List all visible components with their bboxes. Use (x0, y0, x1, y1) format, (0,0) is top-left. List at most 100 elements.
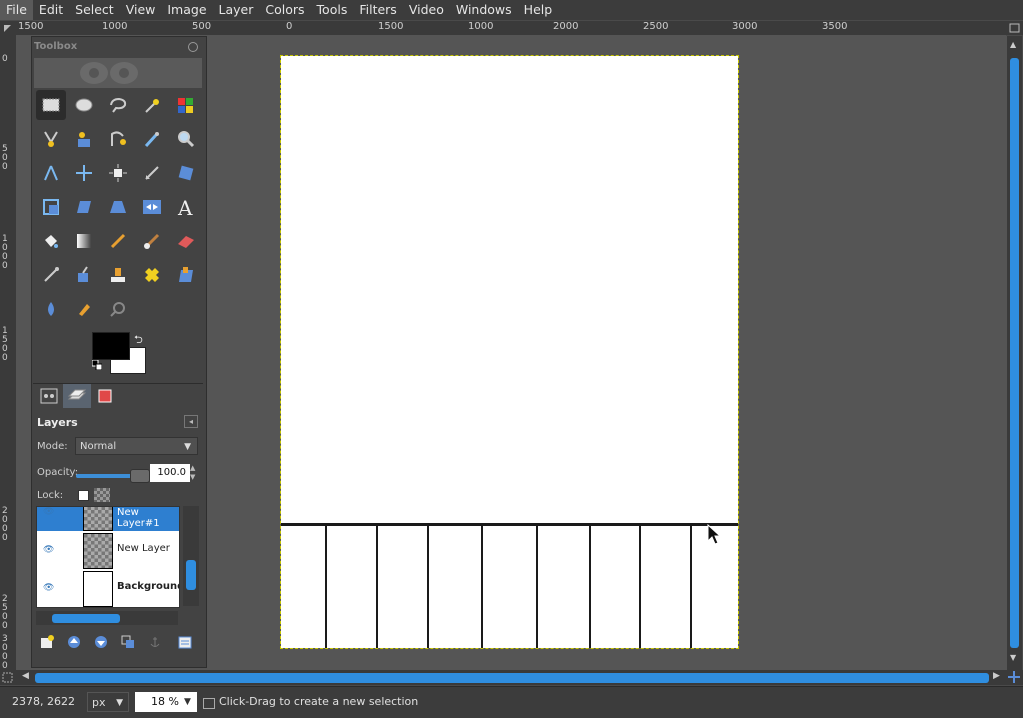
canvas-vertical-scrollbar[interactable]: ▲ ▼ (1007, 36, 1022, 670)
unit-select[interactable]: px ▼ (87, 692, 129, 712)
ellipse-select-tool[interactable] (69, 90, 99, 120)
opacity-slider[interactable] (76, 469, 150, 483)
mode-select[interactable]: Normal ▼ (75, 437, 198, 455)
opacity-input[interactable]: 100.0 (150, 464, 190, 482)
wilber-drop-area[interactable] (34, 58, 202, 88)
scissors-select-tool[interactable] (36, 124, 66, 154)
zoom-tool[interactable] (171, 124, 201, 154)
scroll-right-icon[interactable]: ▶ (993, 671, 1000, 681)
opacity-spinner[interactable]: ▲ ▼ (190, 464, 198, 482)
menu-image[interactable]: Image (161, 0, 212, 20)
pencil-tool[interactable] (103, 226, 133, 256)
heal-icon (145, 268, 159, 282)
scrollbar-thumb[interactable] (52, 614, 120, 623)
perspective-clone-tool[interactable] (171, 260, 201, 290)
rotate-tool[interactable] (171, 158, 201, 188)
scroll-down-icon[interactable]: ▼ (1010, 653, 1016, 662)
tab-tool-options[interactable] (35, 384, 63, 408)
quick-mask-button[interactable] (0, 670, 17, 685)
menu-help[interactable]: Help (518, 0, 559, 20)
eraser-tool[interactable] (171, 226, 201, 256)
text-tool[interactable]: A (171, 192, 201, 222)
scrollbar-thumb[interactable] (1010, 58, 1019, 648)
heal-tool[interactable] (137, 260, 167, 290)
clone-tool[interactable] (103, 260, 133, 290)
lower-layer-button[interactable] (90, 633, 112, 651)
layer-row[interactable]: 👁 New Layer (37, 531, 179, 569)
opacity-slider-handle[interactable] (130, 469, 150, 483)
dodge-burn-tool[interactable] (103, 294, 133, 324)
layer-name[interactable]: Background (117, 581, 179, 592)
vertical-ruler[interactable]: 0 500 1000 1500 2000 2500 3000 (0, 35, 17, 671)
scrollbar-thumb[interactable] (186, 560, 196, 590)
eye-visibility-icon[interactable]: 👁 (43, 507, 55, 517)
perspective-tool[interactable] (103, 192, 133, 222)
scale-tool[interactable] (36, 192, 66, 222)
canvas-horizontal-scrollbar[interactable]: ◀ ▶ (17, 670, 1007, 685)
duplicate-layer-button[interactable] (117, 633, 139, 651)
panel-menu-button[interactable]: ◂ (184, 415, 198, 428)
blur-tool[interactable] (36, 294, 66, 324)
layers-list: 👁 New Layer#1 👁 New Layer 👁 Background (36, 506, 180, 608)
menu-file[interactable]: File (0, 0, 33, 20)
drawn-vertical-line (690, 525, 692, 648)
menu-windows[interactable]: Windows (450, 0, 518, 20)
menu-video[interactable]: Video (403, 0, 450, 20)
layer-row[interactable]: 👁 New Layer#1 (37, 507, 179, 531)
fuzzy-select-tool[interactable] (137, 90, 167, 120)
raise-layer-button[interactable] (63, 633, 85, 651)
layer-name[interactable]: New Layer#1 (117, 507, 179, 529)
blend-tool[interactable] (69, 226, 99, 256)
paintbrush-tool[interactable] (137, 226, 167, 256)
menu-edit[interactable]: Edit (33, 0, 69, 20)
foreground-color-swatch[interactable] (92, 332, 130, 360)
select-by-color-tool[interactable] (171, 90, 201, 120)
menu-view[interactable]: View (120, 0, 162, 20)
scroll-left-icon[interactable]: ◀ (22, 671, 29, 681)
chevron-down-icon[interactable]: ▼ (184, 692, 191, 712)
layer-name[interactable]: New Layer (117, 543, 170, 554)
layers-vertical-scrollbar[interactable] (183, 506, 199, 606)
rect-select-tool[interactable] (36, 90, 66, 120)
menu-colors[interactable]: Colors (259, 0, 310, 20)
color-picker-tool[interactable] (137, 124, 167, 154)
ink-tool[interactable] (69, 260, 99, 290)
ruler-corner-button[interactable] (0, 21, 16, 35)
menu-layer[interactable]: Layer (213, 0, 260, 20)
navigate-button[interactable] (1006, 21, 1023, 35)
toolbox-close-button[interactable] (188, 42, 198, 52)
shear-tool[interactable] (69, 192, 99, 222)
menu-filters[interactable]: Filters (353, 0, 402, 20)
eye-visibility-icon[interactable]: 👁 (43, 545, 55, 555)
paths-tool[interactable] (103, 124, 133, 154)
delete-layer-button[interactable] (174, 633, 196, 651)
new-layer-button[interactable] (36, 633, 58, 651)
align-tool[interactable] (103, 158, 133, 188)
navigation-button[interactable] (1007, 670, 1023, 685)
scrollbar-thumb[interactable] (35, 673, 989, 683)
free-select-tool[interactable] (103, 90, 133, 120)
menu-tools[interactable]: Tools (311, 0, 354, 20)
menu-select[interactable]: Select (69, 0, 120, 20)
scroll-up-icon[interactable]: ▲ (1010, 40, 1016, 49)
image-canvas[interactable] (280, 55, 739, 649)
swap-colors-icon[interactable]: ⮌ (134, 331, 143, 350)
lock-pixels-checkbox[interactable] (78, 490, 89, 501)
airbrush-tool[interactable] (36, 260, 66, 290)
eye-visibility-icon[interactable]: 👁 (43, 583, 55, 593)
tab-layers[interactable] (63, 384, 91, 408)
layers-horizontal-scrollbar[interactable] (36, 611, 178, 625)
foreground-select-tool[interactable] (69, 124, 99, 154)
horizontal-ruler[interactable]: 1500 1000 500 0 1500 1000 2000 2500 3000… (16, 21, 1006, 36)
lock-alpha-checkbox[interactable] (94, 488, 110, 502)
anchor-layer-button[interactable] (144, 633, 166, 651)
smudge-tool[interactable] (69, 294, 99, 324)
measure-tool[interactable] (36, 158, 66, 188)
default-colors-icon[interactable] (92, 360, 102, 370)
move-tool[interactable] (69, 158, 99, 188)
tab-undo-history[interactable] (91, 384, 119, 408)
layer-row[interactable]: 👁 Background (37, 569, 179, 607)
crop-tool[interactable] (137, 158, 167, 188)
bucket-fill-tool[interactable] (36, 226, 66, 256)
flip-tool[interactable] (137, 192, 167, 222)
